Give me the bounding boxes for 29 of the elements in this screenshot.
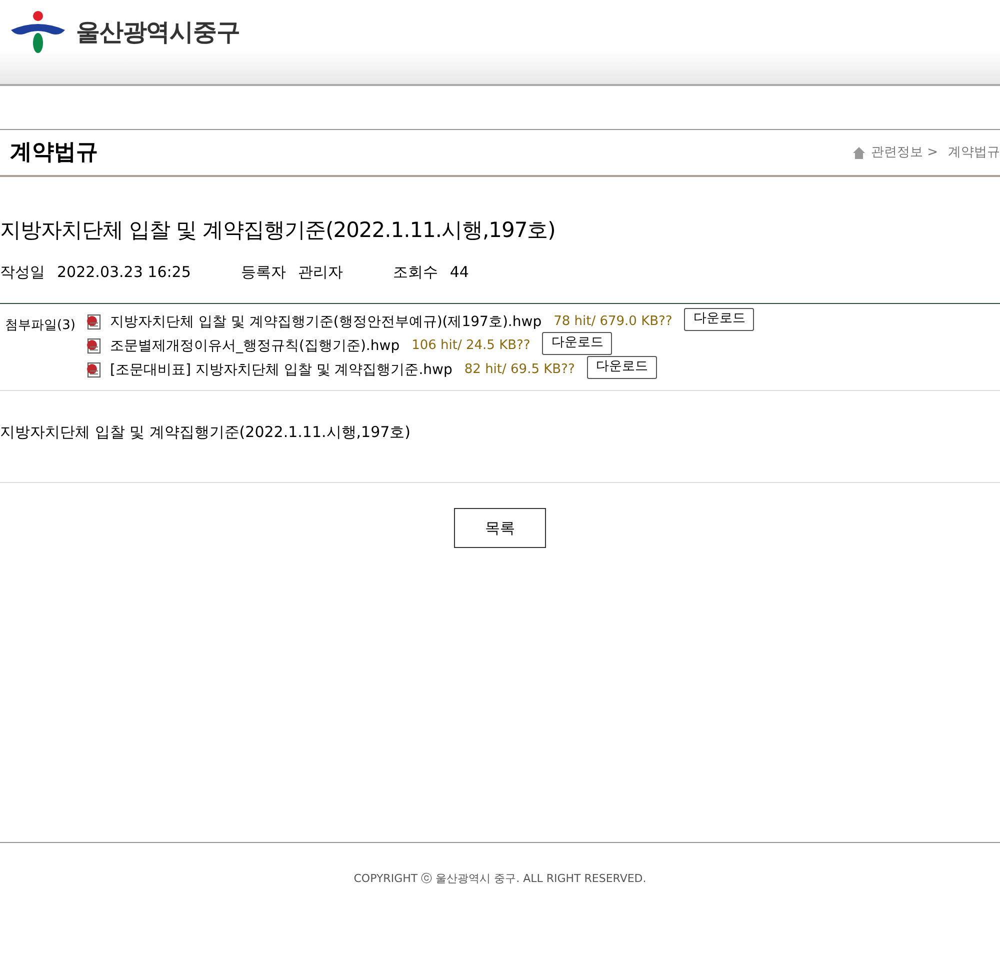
attachment-info: 78 hit/ 679.0 KB??: [554, 313, 672, 332]
meta-value: 관리자: [298, 262, 343, 282]
site-name[interactable]: 울산광역시중구: [76, 14, 240, 50]
download-button[interactable]: 다운로드: [586, 356, 657, 378]
attachment-info: 106 hit/ 24.5 KB??: [412, 337, 530, 356]
page-title: 계약법규: [10, 139, 98, 167]
breadcrumb-item[interactable]: 계약법규: [948, 142, 1000, 162]
attachment-info: 82 hit/ 69.5 KB??: [464, 361, 575, 380]
document-icon: [85, 314, 101, 330]
download-button[interactable]: 다운로드: [684, 308, 754, 330]
attachments-label: 첨부파일(3): [5, 317, 76, 335]
meta-label: 등록자: [240, 262, 286, 282]
meta-label: 조회수: [392, 262, 438, 282]
attachment-filename[interactable]: 조문별제개정이유서_행정규칙(집행기준).hwp: [110, 336, 400, 356]
post-title: 지방자치단체 입찰 및 계약집행기준(2022.1.11.시행,197호): [0, 217, 556, 244]
meta-value: 2022.03.23 16:25: [57, 262, 191, 282]
meta-label: 작성일: [0, 262, 45, 282]
document-icon: [85, 338, 101, 354]
logo-icon: [10, 10, 66, 54]
document-icon: [85, 362, 101, 378]
meta-value: 44: [450, 262, 469, 282]
download-button[interactable]: 다운로드: [542, 332, 612, 354]
copyright-text: COPYRIGHT ⓒ 울산광역시 중구. ALL RIGHT RESERVED.: [354, 871, 646, 887]
home-icon[interactable]: [852, 146, 865, 158]
post-body: 지방자치단체 입찰 및 계약집행기준(2022.1.11.시행,197호): [0, 422, 412, 443]
attachment-filename[interactable]: 지방자치단체 입찰 및 계약집행기준(행정안전부예규)(제197호).hwp: [110, 312, 542, 332]
breadcrumb-item[interactable]: 관련정보 >: [870, 142, 938, 162]
list-button[interactable]: 목록: [454, 508, 546, 548]
attachment-filename[interactable]: [조문대비표] 지방자치단체 입찰 및 계약집행기준.hwp: [110, 360, 452, 380]
